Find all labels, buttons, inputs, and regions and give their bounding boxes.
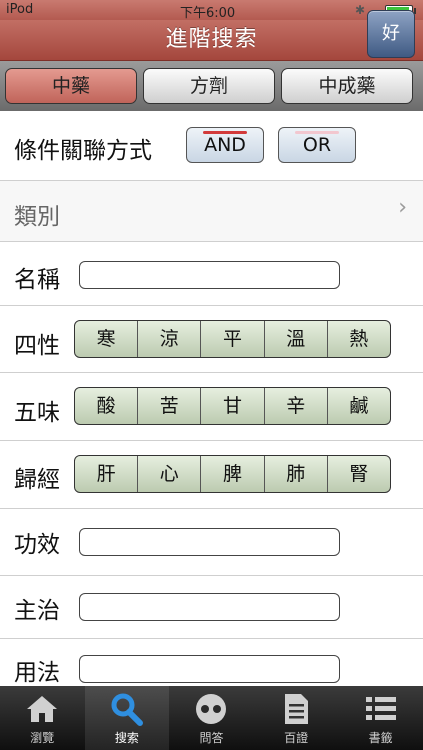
five-flavors-row: 五味 酸 苦 甘 辛 鹹 xyxy=(0,373,423,441)
tab-search[interactable]: 搜索 xyxy=(84,686,170,750)
meridian-spleen[interactable]: 脾 xyxy=(201,456,265,492)
tab-qa[interactable]: 問答 xyxy=(169,686,254,750)
tab-browse-label: 瀏覽 xyxy=(30,731,55,745)
and-button[interactable]: AND xyxy=(186,127,264,163)
tab-cases[interactable]: 百證 xyxy=(254,686,339,750)
or-indicator xyxy=(295,131,339,134)
tab-qa-label: 問答 xyxy=(199,731,224,745)
meridians-row: 歸經 肝 心 脾 肺 腎 xyxy=(0,441,423,509)
status-bar: iPod 下午6:00 ✱ xyxy=(0,0,423,21)
chevron-right-icon: › xyxy=(398,195,407,220)
or-button-label: OR xyxy=(302,134,332,156)
nature-cool[interactable]: 涼 xyxy=(138,321,202,357)
name-label: 名稱 xyxy=(14,267,60,293)
and-button-label: AND xyxy=(204,134,246,156)
meridians-options: 肝 心 脾 肺 腎 xyxy=(74,455,391,493)
four-natures-label: 四性 xyxy=(14,333,60,359)
four-natures-row: 四性 寒 涼 平 溫 熱 xyxy=(0,306,423,373)
category-segmented-control: 中藥 方劑 中成藥 xyxy=(0,61,423,111)
usage-input[interactable] xyxy=(79,655,340,683)
segment-formula[interactable]: 方劑 xyxy=(143,68,275,104)
tab-bar: 瀏覽 搜索 問答 百證 書籤 xyxy=(0,686,423,750)
list-icon xyxy=(338,692,423,726)
segment-patent-medicine[interactable]: 中成藥 xyxy=(281,68,413,104)
indication-input[interactable] xyxy=(79,593,340,621)
four-natures-options: 寒 涼 平 溫 熱 xyxy=(74,320,391,358)
document-icon xyxy=(254,692,339,726)
qa-icon xyxy=(169,692,254,726)
search-icon xyxy=(85,692,170,726)
condition-row: 條件關聯方式 AND OR xyxy=(0,112,423,181)
meridian-lung[interactable]: 肺 xyxy=(265,456,328,492)
meridian-kidney[interactable]: 腎 xyxy=(328,456,390,492)
flavor-sweet[interactable]: 甘 xyxy=(201,388,265,424)
meridians-label: 歸經 xyxy=(14,467,60,493)
indication-label: 主治 xyxy=(14,598,60,624)
category-label: 類別 xyxy=(14,204,60,230)
efficacy-label: 功效 xyxy=(14,532,60,558)
usage-label: 用法 xyxy=(14,660,60,686)
clock: 下午6:00 xyxy=(180,6,236,21)
page-title: 進階搜索 xyxy=(165,27,258,52)
efficacy-row: 功效 xyxy=(0,509,423,576)
condition-label: 條件關聯方式 xyxy=(14,138,152,164)
carrier-label: iPod xyxy=(6,2,34,17)
efficacy-input[interactable] xyxy=(79,528,340,556)
meridian-heart[interactable]: 心 xyxy=(138,456,202,492)
nature-hot[interactable]: 熱 xyxy=(328,321,390,357)
tab-cases-label: 百證 xyxy=(284,731,309,745)
nature-cold[interactable]: 寒 xyxy=(75,321,139,357)
flavor-pungent[interactable]: 辛 xyxy=(265,388,328,424)
tab-browse[interactable]: 瀏覽 xyxy=(0,686,85,750)
meridian-liver[interactable]: 肝 xyxy=(75,456,139,492)
name-row: 名稱 xyxy=(0,242,423,306)
flavor-sour[interactable]: 酸 xyxy=(75,388,139,424)
nav-bar: 進階搜索 好 xyxy=(0,10,423,61)
flavor-salty[interactable]: 鹹 xyxy=(328,388,390,424)
nature-neutral[interactable]: 平 xyxy=(201,321,265,357)
tab-bookmarks[interactable]: 書籤 xyxy=(338,686,423,750)
tab-search-label: 搜索 xyxy=(114,731,139,745)
category-row[interactable]: 類別 › xyxy=(0,181,423,242)
or-button[interactable]: OR xyxy=(278,127,356,163)
bluetooth-icon: ✱ xyxy=(354,3,365,17)
indication-row: 主治 xyxy=(0,576,423,639)
home-icon xyxy=(0,692,85,726)
five-flavors-options: 酸 苦 甘 辛 鹹 xyxy=(74,387,391,425)
segment-herb[interactable]: 中藥 xyxy=(5,68,137,104)
favorite-button[interactable]: 好 xyxy=(367,10,415,58)
name-input[interactable] xyxy=(79,261,340,289)
and-selected-indicator xyxy=(203,131,247,134)
five-flavors-label: 五味 xyxy=(14,400,60,426)
usage-row: 用法 xyxy=(0,639,423,686)
tab-bookmarks-label: 書籤 xyxy=(368,731,393,745)
nature-warm[interactable]: 溫 xyxy=(265,321,328,357)
flavor-bitter[interactable]: 苦 xyxy=(138,388,202,424)
